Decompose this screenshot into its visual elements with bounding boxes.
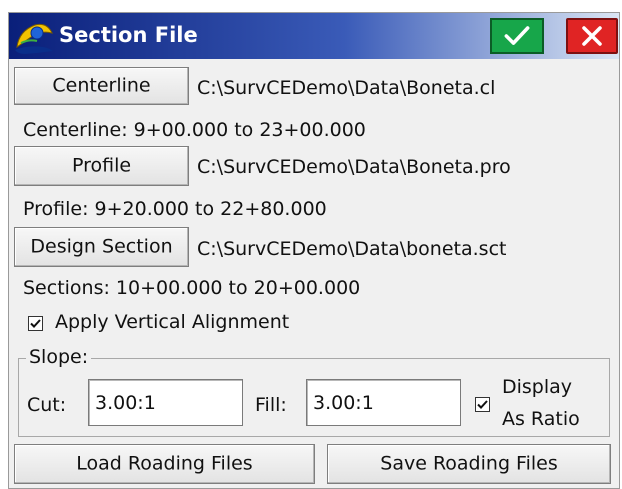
checkmark-icon bbox=[30, 319, 41, 328]
slope-group-label: Slope: bbox=[26, 346, 92, 368]
centerline-button[interactable]: Centerline bbox=[14, 67, 189, 105]
profile-range: Profile: 9+20.000 to 22+80.000 bbox=[23, 198, 327, 220]
check-icon bbox=[492, 20, 542, 52]
display-as-ratio-label-line1: Display bbox=[502, 376, 573, 398]
ok-button[interactable] bbox=[490, 18, 544, 54]
title-bar: Section File bbox=[9, 13, 619, 59]
cut-label: Cut: bbox=[27, 394, 67, 416]
design-section-file-path: C:\SurvCEDemo\Data\boneta.sct bbox=[197, 238, 507, 260]
window-title: Section File bbox=[59, 23, 198, 47]
centerline-button-label: Centerline bbox=[52, 74, 151, 97]
load-roading-files-label: Load Roading Files bbox=[76, 452, 253, 475]
profile-file-path: C:\SurvCEDemo\Data\Boneta.pro bbox=[197, 156, 511, 178]
profile-button[interactable]: Profile bbox=[14, 146, 189, 186]
fill-label: Fill: bbox=[255, 394, 287, 416]
fill-slope-input[interactable] bbox=[306, 379, 461, 426]
apply-vertical-alignment-label: Apply Vertical Alignment bbox=[55, 311, 290, 333]
centerline-file-path: C:\SurvCEDemo\Data\Boneta.cl bbox=[197, 77, 496, 99]
section-file-dialog: Section File Centerline C:\SurvCEDemo\Da… bbox=[8, 12, 620, 489]
apply-vertical-alignment-checkbox[interactable] bbox=[28, 316, 43, 331]
save-roading-files-label: Save Roading Files bbox=[380, 452, 558, 475]
display-as-ratio-checkbox[interactable] bbox=[475, 397, 490, 412]
close-button[interactable] bbox=[566, 18, 618, 54]
app-logo-icon bbox=[13, 17, 55, 55]
save-roading-files-button[interactable]: Save Roading Files bbox=[327, 444, 611, 484]
design-section-button-label: Design Section bbox=[30, 235, 173, 258]
cut-slope-input[interactable] bbox=[88, 379, 243, 426]
centerline-range: Centerline: 9+00.000 to 23+00.000 bbox=[23, 119, 366, 141]
checkmark-icon bbox=[477, 400, 488, 409]
load-roading-files-button[interactable]: Load Roading Files bbox=[14, 444, 315, 484]
design-section-button[interactable]: Design Section bbox=[14, 227, 189, 267]
display-as-ratio-label-line2: As Ratio bbox=[502, 408, 580, 430]
sections-range: Sections: 10+00.000 to 20+00.000 bbox=[23, 277, 361, 299]
close-icon bbox=[568, 20, 616, 52]
profile-button-label: Profile bbox=[71, 154, 132, 177]
